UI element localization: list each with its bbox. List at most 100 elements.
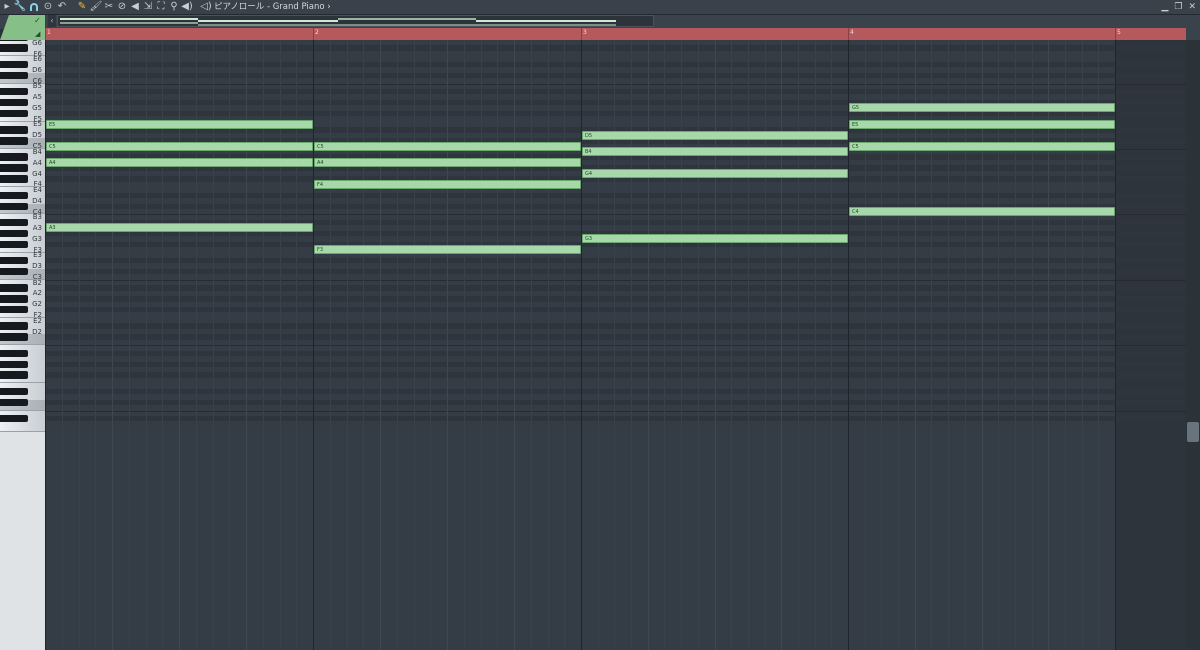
black-key[interactable] [0,257,28,265]
black-key[interactable] [0,175,28,183]
grid-bar-line [848,40,849,650]
minimize-icon[interactable]: ▁ [1161,1,1168,13]
note[interactable]: A4 [46,157,313,167]
pattern-overview-scrollbar[interactable] [57,15,654,27]
black-key[interactable] [0,415,28,423]
note[interactable]: D5 [582,130,848,140]
note-label: F4 [317,181,324,188]
black-key[interactable] [0,306,28,314]
select-icon[interactable]: ⛶ [155,1,167,13]
black-key[interactable] [0,398,28,407]
grid-step-line [213,40,214,650]
grid-step-line [915,40,916,650]
grid-step-line [179,40,180,650]
grid-step-line [196,40,197,650]
grid-step-line [965,40,966,650]
grid-step-line [497,40,498,650]
note[interactable]: E5 [849,119,1115,129]
magnet-icon[interactable] [28,1,40,13]
black-key[interactable] [0,191,28,200]
black-key[interactable] [0,109,28,118]
grid-step-line [112,40,113,650]
black-key[interactable] [0,202,28,210]
grid-step-line [330,40,331,650]
grid-step-line [263,40,264,650]
black-key[interactable] [0,229,28,238]
black-key[interactable] [0,153,28,161]
black-key[interactable] [0,218,28,227]
scissors-icon[interactable]: ✂ [103,1,115,13]
note[interactable]: C5 [849,141,1115,151]
black-key[interactable] [0,126,28,134]
note-label: E5 [852,121,859,128]
note[interactable]: G3 [582,234,848,244]
paint-brush-icon[interactable]: 🖌 [90,1,103,13]
playback-icon[interactable]: ◁) [200,1,212,13]
grid-step-line [931,40,932,650]
target-icon[interactable]: ⊙ [42,1,54,13]
wrench-icon[interactable]: 🔧 [14,1,26,13]
scroll-left-button[interactable]: ‹ [48,15,56,27]
note[interactable]: E5 [46,119,313,129]
grid-step-line [162,40,163,650]
note-label: C5 [317,143,324,150]
menu-arrow-icon[interactable]: ▸ [2,1,12,13]
undo-icon[interactable]: ↶ [56,1,68,13]
note-label: G5 [852,105,860,112]
black-key[interactable] [0,44,28,52]
black-key[interactable] [0,284,28,292]
note-grid[interactable]: E5 C5 A4 A3 C5 A4 F4 F3 D5 B4 G4 G3 G5 E5 C5 C4 [45,40,1186,650]
maximize-icon[interactable]: ❐ [1174,1,1182,13]
close-icon[interactable]: ✕ [1188,1,1196,13]
grid-step-line [1032,40,1033,650]
ruler-bar-number: 5 [1117,29,1121,36]
black-key[interactable] [0,71,28,80]
note-label: C5 [852,143,859,150]
delete-icon[interactable]: ⊘ [116,1,128,13]
note[interactable]: A4 [314,157,581,167]
note-label: G3 [585,236,593,243]
note[interactable]: C4 [849,206,1115,216]
note[interactable]: F3 [314,245,581,255]
slip-icon[interactable]: ⇲ [142,1,154,13]
grid-step-line [1098,40,1099,650]
overview-note [476,20,616,22]
note[interactable]: C5 [46,141,313,151]
black-key[interactable] [0,371,28,379]
ruler-bar-tick [581,28,582,40]
black-key[interactable] [0,164,28,172]
black-key[interactable] [0,40,28,41]
black-key[interactable] [0,349,28,358]
black-key[interactable] [0,240,28,249]
note-label: C4 [852,208,859,215]
grid-step-line [1082,40,1083,650]
pencil-icon[interactable]: ✎ [76,1,88,13]
vertical-scrollbar[interactable] [1186,40,1200,650]
note[interactable]: F4 [314,179,581,189]
note[interactable]: B4 [582,147,848,156]
note[interactable]: G4 [582,168,848,178]
black-key[interactable] [0,88,28,96]
black-key[interactable] [0,295,28,303]
zoom-icon[interactable]: ⚲ [168,1,180,13]
speaker-icon[interactable]: ◀) [181,1,193,13]
black-key[interactable] [0,322,28,330]
vertical-scroll-thumb[interactable] [1187,422,1199,442]
mute-icon[interactable]: ◀ [129,1,141,13]
black-key[interactable] [0,267,28,276]
window-title[interactable]: ピアノロール - Grand Piano › [214,1,331,13]
black-key[interactable] [0,387,28,396]
note[interactable]: C5 [314,141,581,151]
black-key[interactable] [0,333,28,341]
black-key[interactable] [0,137,28,145]
black-key[interactable] [0,360,28,368]
piano-keyboard[interactable]: G6 F6 E6 D6 C6 B5 A5 G5 F5 E5 D5 C5 B4 A4 G4 F4 E4 D4 C4 B3… [0,40,45,650]
black-key[interactable] [0,98,28,107]
note[interactable]: A3 [46,223,313,233]
note[interactable]: G5 [849,103,1115,113]
note-label: B4 [585,149,592,155]
grid-step-line [514,40,515,650]
time-ruler[interactable]: 1 2 3 4 5 [45,28,1186,40]
black-key[interactable] [0,60,28,69]
overview-note [198,20,338,22]
